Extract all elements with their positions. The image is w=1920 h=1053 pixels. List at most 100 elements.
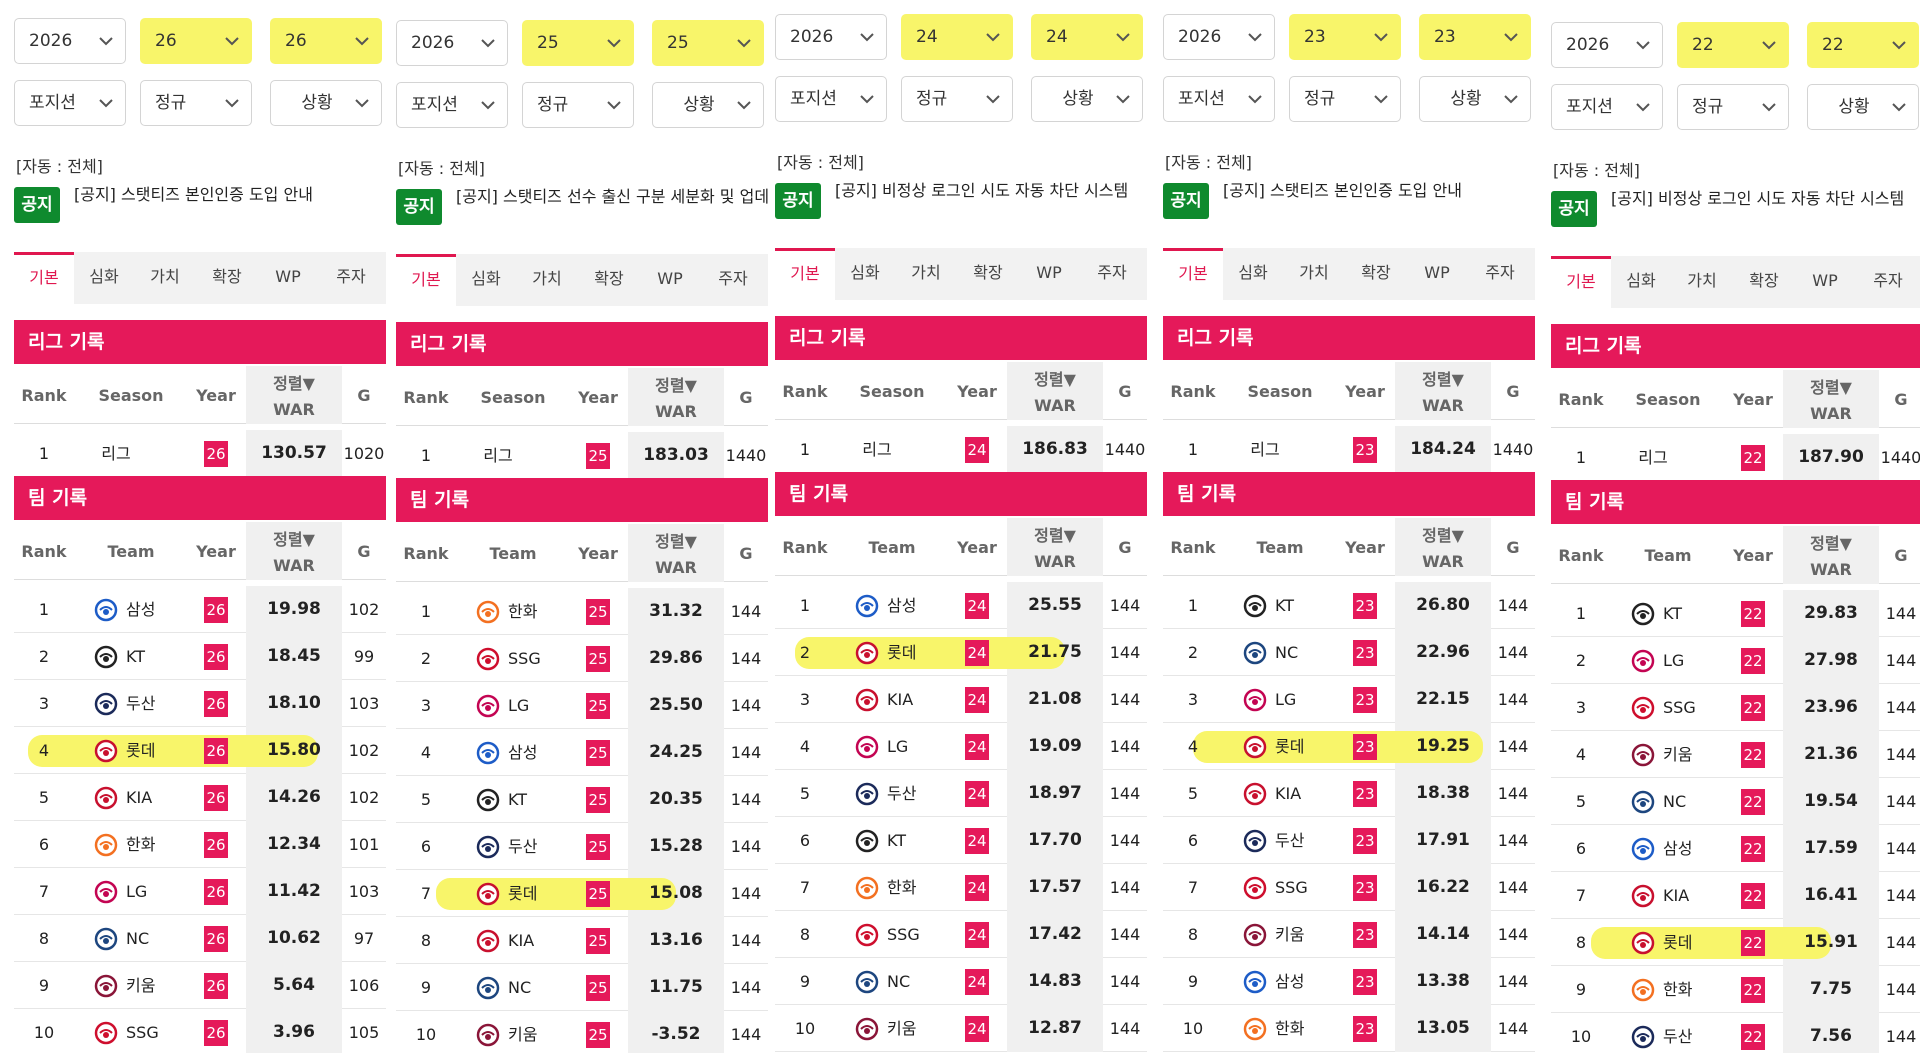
- team-name[interactable]: NC: [1275, 629, 1335, 676]
- regular-select[interactable]: 정규: [901, 76, 1013, 122]
- situation-select[interactable]: 상황: [1419, 76, 1531, 122]
- tab-0[interactable]: 기본: [396, 254, 456, 306]
- position-select[interactable]: 포지션: [14, 80, 126, 126]
- team-row[interactable]: 4 삼성 25 24.25 144: [396, 729, 768, 776]
- team-name[interactable]: LG: [1275, 676, 1335, 723]
- team-row[interactable]: 10 키움 25 -3.52 144: [396, 1011, 768, 1053]
- team-row[interactable]: 9 NC 24 14.83 144: [775, 958, 1147, 1005]
- sort-toggle[interactable]: 정렬▼: [1007, 522, 1103, 546]
- team-name[interactable]: KT: [887, 817, 947, 864]
- team-name[interactable]: KT: [126, 633, 186, 680]
- col-war[interactable]: WAR: [628, 558, 724, 577]
- team-name[interactable]: SSG: [887, 911, 947, 958]
- team-row[interactable]: 5 NC 22 19.54 144: [1551, 778, 1920, 825]
- team-name[interactable]: 두산: [887, 770, 947, 817]
- to-year-select[interactable]: 26: [270, 18, 382, 64]
- team-row[interactable]: 2 LG 22 27.98 144: [1551, 637, 1920, 684]
- tab-2[interactable]: 가치: [1283, 248, 1345, 300]
- team-row[interactable]: 7 LG 26 11.42 103: [14, 868, 386, 915]
- sort-toggle[interactable]: 정렬▼: [1007, 366, 1103, 390]
- team-name[interactable]: 키움: [508, 1011, 568, 1053]
- team-name[interactable]: KIA: [887, 676, 947, 723]
- team-name[interactable]: 키움: [1663, 731, 1723, 778]
- tab-1[interactable]: 심화: [1611, 256, 1671, 308]
- tab-1[interactable]: 심화: [74, 252, 134, 304]
- tab-4[interactable]: WP: [1407, 248, 1467, 300]
- team-row[interactable]: 7 한화 24 17.57 144: [775, 864, 1147, 911]
- situation-select[interactable]: 상황: [270, 80, 382, 126]
- tab-3[interactable]: 확장: [1733, 256, 1795, 308]
- col-war[interactable]: WAR: [246, 556, 342, 575]
- team-name[interactable]: KT: [1663, 590, 1723, 637]
- tab-3[interactable]: 확장: [1345, 248, 1407, 300]
- team-row[interactable]: 3 LG 25 25.50 144: [396, 682, 768, 729]
- team-name[interactable]: 롯데: [126, 727, 186, 774]
- team-name[interactable]: 롯데: [1663, 919, 1723, 966]
- col-war[interactable]: WAR: [1395, 552, 1491, 571]
- regular-select[interactable]: 정규: [522, 82, 634, 128]
- tab-1[interactable]: 심화: [456, 254, 516, 306]
- team-name[interactable]: 두산: [126, 680, 186, 727]
- regular-select[interactable]: 정규: [140, 80, 252, 126]
- team-row[interactable]: 1 KT 23 26.80 144: [1163, 582, 1535, 629]
- team-name[interactable]: 키움: [126, 962, 186, 1009]
- sort-toggle[interactable]: 정렬▼: [1783, 530, 1879, 554]
- tab-3[interactable]: 확장: [196, 252, 258, 304]
- team-name[interactable]: 키움: [887, 1005, 947, 1052]
- team-row[interactable]: 6 삼성 22 17.59 144: [1551, 825, 1920, 872]
- from-year-select[interactable]: 26: [140, 18, 252, 64]
- team-name[interactable]: NC: [887, 958, 947, 1005]
- team-name[interactable]: 한화: [1275, 1005, 1335, 1052]
- team-row[interactable]: 7 롯데 25 15.08 144: [396, 870, 768, 917]
- team-row[interactable]: 4 롯데 23 19.25 144: [1163, 723, 1535, 770]
- team-name[interactable]: LG: [887, 723, 947, 770]
- team-row[interactable]: 4 키움 22 21.36 144: [1551, 731, 1920, 778]
- team-name[interactable]: 롯데: [887, 629, 947, 676]
- team-name[interactable]: SSG: [1663, 684, 1723, 731]
- situation-select[interactable]: 상황: [1807, 84, 1919, 130]
- sort-toggle[interactable]: 정렬▼: [628, 528, 724, 552]
- team-name[interactable]: KIA: [1663, 872, 1723, 919]
- tab-3[interactable]: 확장: [578, 254, 640, 306]
- team-name[interactable]: 두산: [1663, 1013, 1723, 1053]
- from-year-select[interactable]: 22: [1677, 22, 1789, 68]
- team-name[interactable]: KT: [1275, 582, 1335, 629]
- team-name[interactable]: NC: [1663, 778, 1723, 825]
- team-name[interactable]: 삼성: [1275, 958, 1335, 1005]
- team-row[interactable]: 2 KT 26 18.45 99: [14, 633, 386, 680]
- col-war[interactable]: WAR: [246, 400, 342, 419]
- team-row[interactable]: 1 한화 25 31.32 144: [396, 588, 768, 635]
- team-row[interactable]: 9 NC 25 11.75 144: [396, 964, 768, 1011]
- team-row[interactable]: 5 KT 25 20.35 144: [396, 776, 768, 823]
- sort-toggle[interactable]: 정렬▼: [1395, 366, 1491, 390]
- tab-4[interactable]: WP: [640, 254, 700, 306]
- year-select[interactable]: 2026: [1163, 14, 1275, 60]
- sort-toggle[interactable]: 정렬▼: [246, 370, 342, 394]
- tab-2[interactable]: 가치: [1671, 256, 1733, 308]
- notice-bar[interactable]: 공지 [공지] 스탯티즈 선수 출신 구분 세분화 및 업데이트: [396, 187, 768, 227]
- tab-2[interactable]: 가치: [516, 254, 578, 306]
- team-name[interactable]: SSG: [126, 1009, 186, 1053]
- position-select[interactable]: 포지션: [1551, 84, 1663, 130]
- team-name[interactable]: 한화: [126, 821, 186, 868]
- tab-0[interactable]: 기본: [1551, 256, 1611, 308]
- tab-4[interactable]: WP: [1019, 248, 1079, 300]
- team-row[interactable]: 8 롯데 22 15.91 144: [1551, 919, 1920, 966]
- team-name[interactable]: 한화: [508, 588, 568, 635]
- team-row[interactable]: 7 KIA 22 16.41 144: [1551, 872, 1920, 919]
- team-row[interactable]: 10 한화 23 13.05 144: [1163, 1005, 1535, 1052]
- team-row[interactable]: 3 LG 23 22.15 144: [1163, 676, 1535, 723]
- col-war[interactable]: WAR: [1783, 560, 1879, 579]
- team-name[interactable]: 삼성: [887, 582, 947, 629]
- team-row[interactable]: 2 SSG 25 29.86 144: [396, 635, 768, 682]
- col-war[interactable]: WAR: [1783, 404, 1879, 423]
- col-war[interactable]: WAR: [1007, 396, 1103, 415]
- sort-toggle[interactable]: 정렬▼: [246, 526, 342, 550]
- team-name[interactable]: LG: [126, 868, 186, 915]
- tab-5[interactable]: 주자: [700, 254, 766, 306]
- team-row[interactable]: 8 SSG 24 17.42 144: [775, 911, 1147, 958]
- tab-1[interactable]: 심화: [1223, 248, 1283, 300]
- team-name[interactable]: KIA: [126, 774, 186, 821]
- team-row[interactable]: 3 KIA 24 21.08 144: [775, 676, 1147, 723]
- team-name[interactable]: NC: [126, 915, 186, 962]
